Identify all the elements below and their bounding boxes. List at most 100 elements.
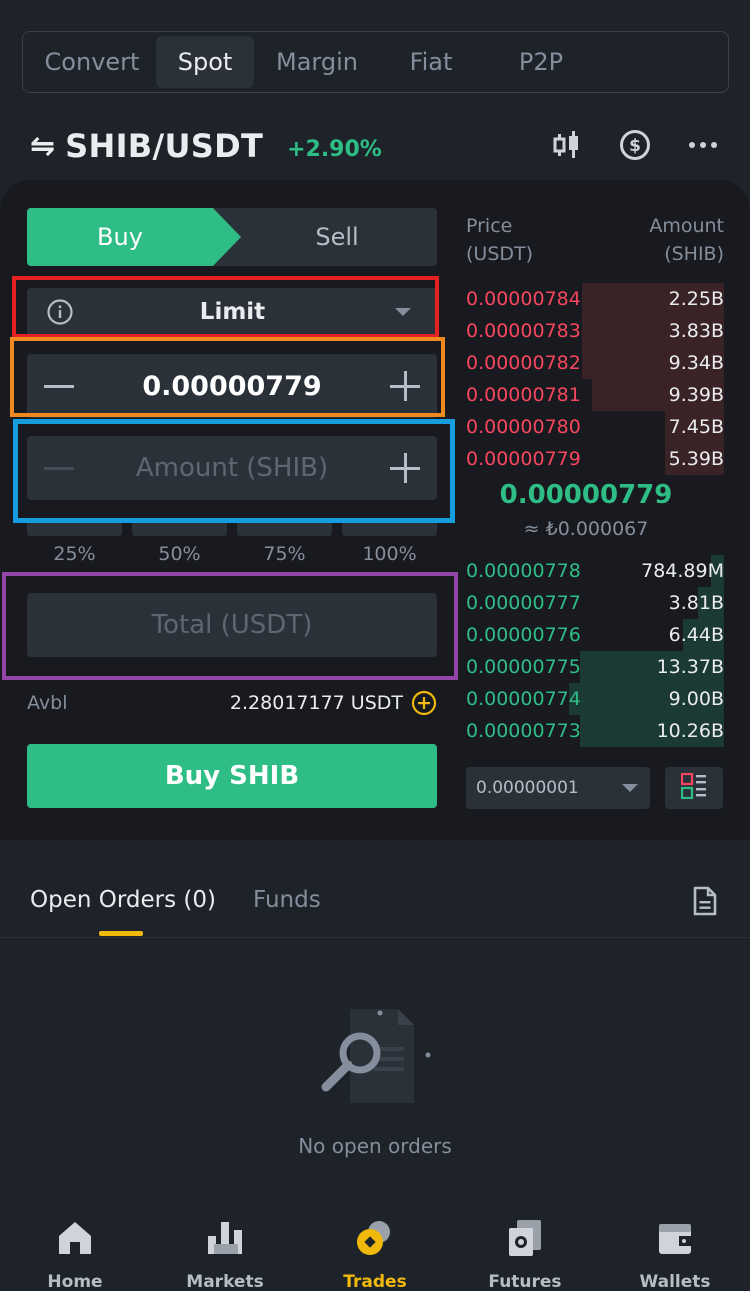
tick-size-value: 0.00000001 bbox=[476, 778, 579, 798]
plus-icon bbox=[390, 453, 420, 483]
order-book-amount: 784.89M bbox=[641, 560, 724, 582]
last-price[interactable]: 0.00000779 bbox=[466, 480, 706, 510]
order-book-price: 0.00000779 bbox=[466, 448, 581, 470]
percent-bar-75[interactable] bbox=[237, 523, 332, 536]
order-book-row[interactable]: 0.00000775 13.37B bbox=[466, 651, 724, 683]
buy-submit-button[interactable]: Buy SHIB bbox=[27, 744, 437, 808]
orders-tabs: Open Orders (0) Funds bbox=[30, 887, 321, 913]
order-book-amount: 9.00B bbox=[668, 688, 724, 710]
available-balance: Avbl 2.28017177 USDT bbox=[27, 688, 437, 718]
order-book-amount: 2.25B bbox=[668, 288, 724, 310]
percent-labels: 25% 50% 75% 100% bbox=[27, 543, 437, 565]
percent-slider bbox=[27, 523, 437, 536]
order-book-row[interactable]: 0.00000782 9.34B bbox=[466, 347, 724, 379]
order-book-price: 0.00000783 bbox=[466, 320, 581, 342]
order-book-price: 0.00000777 bbox=[466, 592, 581, 614]
order-book-row[interactable]: 0.00000780 7.45B bbox=[466, 411, 724, 443]
active-tab-indicator bbox=[99, 931, 143, 936]
order-book-amount: 9.34B bbox=[668, 352, 724, 374]
tab-spot[interactable]: Spot bbox=[156, 36, 254, 88]
candlestick-chart-icon[interactable] bbox=[550, 128, 584, 162]
swap-icon[interactable]: ⇋ bbox=[30, 129, 55, 164]
amount-decrement-button[interactable] bbox=[27, 436, 91, 500]
dollar-coin-icon[interactable]: $ bbox=[618, 128, 652, 162]
order-book-bids: 0.00000778 784.89M 0.00000777 3.81B 0.000007… bbox=[466, 555, 724, 747]
tick-size-select[interactable]: 0.00000001 bbox=[466, 767, 650, 809]
available-value: 2.28017177 USDT bbox=[229, 692, 403, 714]
empty-orders-illustration bbox=[318, 1003, 434, 1107]
order-history-icon[interactable] bbox=[693, 886, 717, 916]
percent-25-button[interactable]: 25% bbox=[27, 543, 122, 565]
tab-fiat[interactable]: Fiat bbox=[380, 36, 482, 88]
order-book-amount: 3.83B bbox=[668, 320, 724, 342]
order-book-row[interactable]: 0.00000783 3.83B bbox=[466, 315, 724, 347]
info-icon[interactable] bbox=[46, 298, 74, 326]
bottom-nav: Home Markets Trades Futures Wallets bbox=[0, 1202, 750, 1291]
available-label: Avbl bbox=[27, 692, 68, 714]
price-increment-button[interactable] bbox=[373, 354, 437, 418]
order-book-price: 0.00000781 bbox=[466, 384, 581, 406]
markets-icon bbox=[205, 1218, 245, 1258]
nav-trades-label: Trades bbox=[343, 1272, 407, 1291]
percent-bar-100[interactable] bbox=[342, 523, 437, 536]
minus-icon bbox=[44, 384, 74, 388]
nav-home[interactable]: Home bbox=[0, 1202, 150, 1291]
order-book-row[interactable]: 0.00000774 9.00B bbox=[466, 683, 724, 715]
order-book-row[interactable]: 0.00000779 5.39B bbox=[466, 443, 724, 475]
order-book-amount: 9.39B bbox=[668, 384, 724, 406]
add-funds-icon[interactable] bbox=[411, 690, 437, 716]
futures-icon bbox=[505, 1218, 545, 1258]
order-book-row[interactable]: 0.00000776 6.44B bbox=[466, 619, 724, 651]
pair-title[interactable]: SHIB/USDT bbox=[65, 127, 263, 165]
pair-change: +2.90% bbox=[287, 136, 382, 162]
amount-stepper: Amount (SHIB) bbox=[27, 436, 437, 500]
percent-bar-50[interactable] bbox=[132, 523, 227, 536]
order-book-price: 0.00000775 bbox=[466, 656, 581, 678]
order-book-amount: 13.37B bbox=[656, 656, 724, 678]
order-book-row[interactable]: 0.00000777 3.81B bbox=[466, 587, 724, 619]
amount-increment-button[interactable] bbox=[373, 436, 437, 500]
tab-p2p[interactable]: P2P bbox=[482, 36, 600, 88]
percent-50-button[interactable]: 50% bbox=[132, 543, 227, 565]
order-book-price: 0.00000784 bbox=[466, 288, 581, 310]
price-header: Price bbox=[466, 215, 513, 237]
home-icon bbox=[55, 1218, 95, 1258]
more-icon[interactable] bbox=[686, 128, 720, 162]
percent-bar-25[interactable] bbox=[27, 523, 122, 536]
price-input[interactable]: 0.00000779 bbox=[91, 371, 373, 402]
minus-icon bbox=[44, 466, 74, 470]
order-book-asks: 0.00000784 2.25B 0.00000783 3.83B 0.00000782… bbox=[466, 283, 724, 475]
order-book-price: 0.00000774 bbox=[466, 688, 581, 710]
tab-margin[interactable]: Margin bbox=[254, 36, 380, 88]
tab-open-orders[interactable]: Open Orders (0) bbox=[30, 887, 216, 913]
amount-input[interactable]: Amount (SHIB) bbox=[91, 453, 373, 483]
nav-trades[interactable]: Trades bbox=[300, 1202, 450, 1291]
percent-100-button[interactable]: 100% bbox=[342, 543, 437, 565]
nav-markets[interactable]: Markets bbox=[150, 1202, 300, 1291]
order-book-layout-button[interactable] bbox=[665, 767, 723, 809]
order-book-amount: 10.26B bbox=[656, 720, 724, 742]
order-book-row[interactable]: 0.00000781 9.39B bbox=[466, 379, 724, 411]
percent-75-button[interactable]: 75% bbox=[237, 543, 332, 565]
price-unit-header: (USDT) bbox=[466, 243, 534, 265]
nav-futures[interactable]: Futures bbox=[450, 1202, 600, 1291]
tab-convert[interactable]: Convert bbox=[28, 36, 156, 88]
sell-tab[interactable]: Sell bbox=[237, 208, 437, 266]
order-book-row[interactable]: 0.00000773 10.26B bbox=[466, 715, 724, 747]
buy-tab[interactable]: Buy bbox=[27, 208, 241, 266]
price-decrement-button[interactable] bbox=[27, 354, 91, 418]
order-type-select[interactable]: Limit bbox=[27, 288, 437, 336]
nav-futures-label: Futures bbox=[488, 1272, 562, 1291]
order-book-amount: 5.39B bbox=[668, 448, 724, 470]
wallets-icon bbox=[655, 1218, 695, 1258]
order-book-row[interactable]: 0.00000784 2.25B bbox=[466, 283, 724, 315]
order-type-label: Limit bbox=[199, 299, 266, 325]
svg-text:$: $ bbox=[629, 136, 641, 156]
nav-wallets[interactable]: Wallets bbox=[600, 1202, 750, 1291]
order-book-header: Price (USDT) Amount (SHIB) bbox=[466, 212, 724, 268]
total-field[interactable]: Total (USDT) bbox=[27, 593, 437, 657]
tab-funds[interactable]: Funds bbox=[253, 887, 321, 913]
total-input[interactable]: Total (USDT) bbox=[152, 610, 313, 640]
layout-icon bbox=[680, 772, 707, 803]
order-book-row[interactable]: 0.00000778 784.89M bbox=[466, 555, 724, 587]
